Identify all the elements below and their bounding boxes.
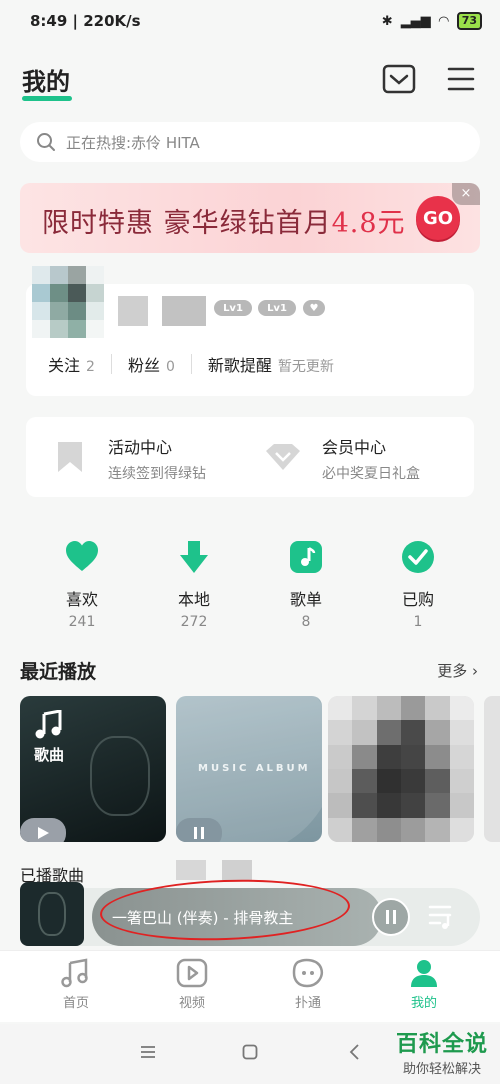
pause-icon — [386, 910, 396, 924]
new-songs-stat[interactable]: 新歌提醒 暂无更新 — [208, 352, 334, 376]
play-icon — [38, 827, 49, 839]
system-home-icon[interactable] — [242, 1044, 258, 1064]
follow-stat[interactable]: 关注 2 — [48, 352, 95, 376]
mail-icon[interactable] — [382, 64, 416, 94]
banner-go-button[interactable]: GO — [416, 196, 460, 240]
activity-center-title[interactable]: 活动中心 — [108, 434, 172, 458]
download-icon — [177, 540, 211, 574]
banner-text: 限时特惠 豪华绿钻首月4.8元 — [42, 208, 406, 239]
promo-banner[interactable]: 限时特惠 豪华绿钻首月4.8元 GO × — [20, 183, 480, 253]
recent-card-album[interactable]: MUSIC ALBUM — [176, 696, 322, 842]
bookmark-icon — [56, 440, 84, 478]
nav-home[interactable]: 首页 — [36, 958, 116, 1011]
activity-card — [26, 417, 474, 497]
music-note-icon — [35, 710, 62, 739]
diamond-icon — [264, 442, 302, 476]
title-underline — [22, 96, 72, 101]
play-button[interactable] — [20, 818, 66, 842]
chevron-right-icon: › — [472, 662, 478, 680]
status-icons: ✱ ▂▄▆ ◠ 73 — [382, 12, 482, 30]
more-link[interactable]: 更多 › — [437, 660, 478, 681]
check-icon — [401, 540, 435, 574]
menu-icon[interactable] — [446, 64, 480, 94]
music-home-icon — [61, 958, 88, 988]
nav-video[interactable]: 视频 — [152, 958, 232, 1011]
system-menu-icon[interactable] — [140, 1044, 156, 1063]
nav-mine[interactable]: 我的 — [384, 958, 464, 1011]
recent-title: 最近播放 — [20, 661, 97, 683]
album-text: MUSIC ALBUM — [198, 763, 311, 774]
recent-card-blurred[interactable] — [328, 696, 474, 842]
avatar[interactable] — [32, 266, 104, 338]
search-placeholder: 正在热搜:赤伶 HITA — [66, 133, 200, 152]
username-blur-2 — [162, 296, 206, 326]
battery-icon: 73 — [456, 12, 482, 30]
playlist-icon[interactable] — [428, 904, 458, 934]
member-center-sub: 必中奖夏日礼盒 — [322, 466, 420, 482]
person-icon — [411, 960, 437, 987]
bluetooth-icon: ✱ — [381, 13, 393, 29]
card-label-blur — [176, 860, 206, 880]
quick-purchased[interactable]: 已购 1 — [378, 540, 458, 630]
now-playing-cover[interactable] — [20, 882, 84, 946]
heart-badge-icon[interactable]: ♥ — [303, 300, 325, 316]
status-bar: 8:49 | 220K/s ✱ ▂▄▆ ◠ 73 — [0, 0, 500, 42]
username-blur — [118, 296, 148, 326]
recent-card-played-songs[interactable]: 歌曲 — [20, 696, 166, 842]
card-label-blur-2 — [222, 860, 252, 880]
video-play-icon — [176, 958, 208, 988]
heart-icon — [65, 540, 99, 574]
watermark-logo: 百科全说 助你轻松解决 — [395, 1032, 488, 1077]
level-badge[interactable]: Lv1 — [258, 300, 296, 316]
quick-favorites[interactable]: 喜欢 241 — [42, 540, 122, 630]
music-note-icon — [289, 540, 323, 574]
fans-stat[interactable]: 粉丝 0 — [128, 352, 175, 376]
status-time: 8:49 | 220K/s — [30, 12, 141, 30]
card-tag: 歌曲 — [34, 746, 65, 764]
face-icon — [292, 958, 323, 988]
player-pause-button[interactable] — [372, 898, 410, 936]
recent-card-partial[interactable] — [484, 696, 500, 842]
search-icon — [37, 133, 55, 151]
profile-stats: 关注 2 粉丝 0 新歌提醒 暂无更新 — [48, 352, 334, 376]
member-center-title[interactable]: 会员中心 — [322, 434, 386, 458]
activity-center-sub: 连续签到得绿钻 — [108, 466, 206, 482]
wifi-icon: ◠ — [438, 13, 449, 29]
search-bar[interactable]: 正在热搜:赤伶 HITA — [20, 122, 480, 162]
nav-putong[interactable]: 扑通 — [268, 958, 348, 1011]
album-art-decoration — [90, 736, 150, 816]
quick-playlists[interactable]: 歌单 8 — [266, 540, 346, 630]
quick-local[interactable]: 本地 272 — [154, 540, 234, 630]
signal-icon: ▂▄▆ — [400, 13, 431, 29]
pause-button[interactable] — [176, 818, 222, 842]
banner-close-button[interactable]: × — [452, 183, 480, 205]
pause-icon — [194, 827, 204, 839]
page-title: 我的 — [22, 68, 70, 96]
vip-badge[interactable]: Lv1 — [214, 300, 252, 316]
system-back-icon[interactable] — [348, 1044, 360, 1064]
